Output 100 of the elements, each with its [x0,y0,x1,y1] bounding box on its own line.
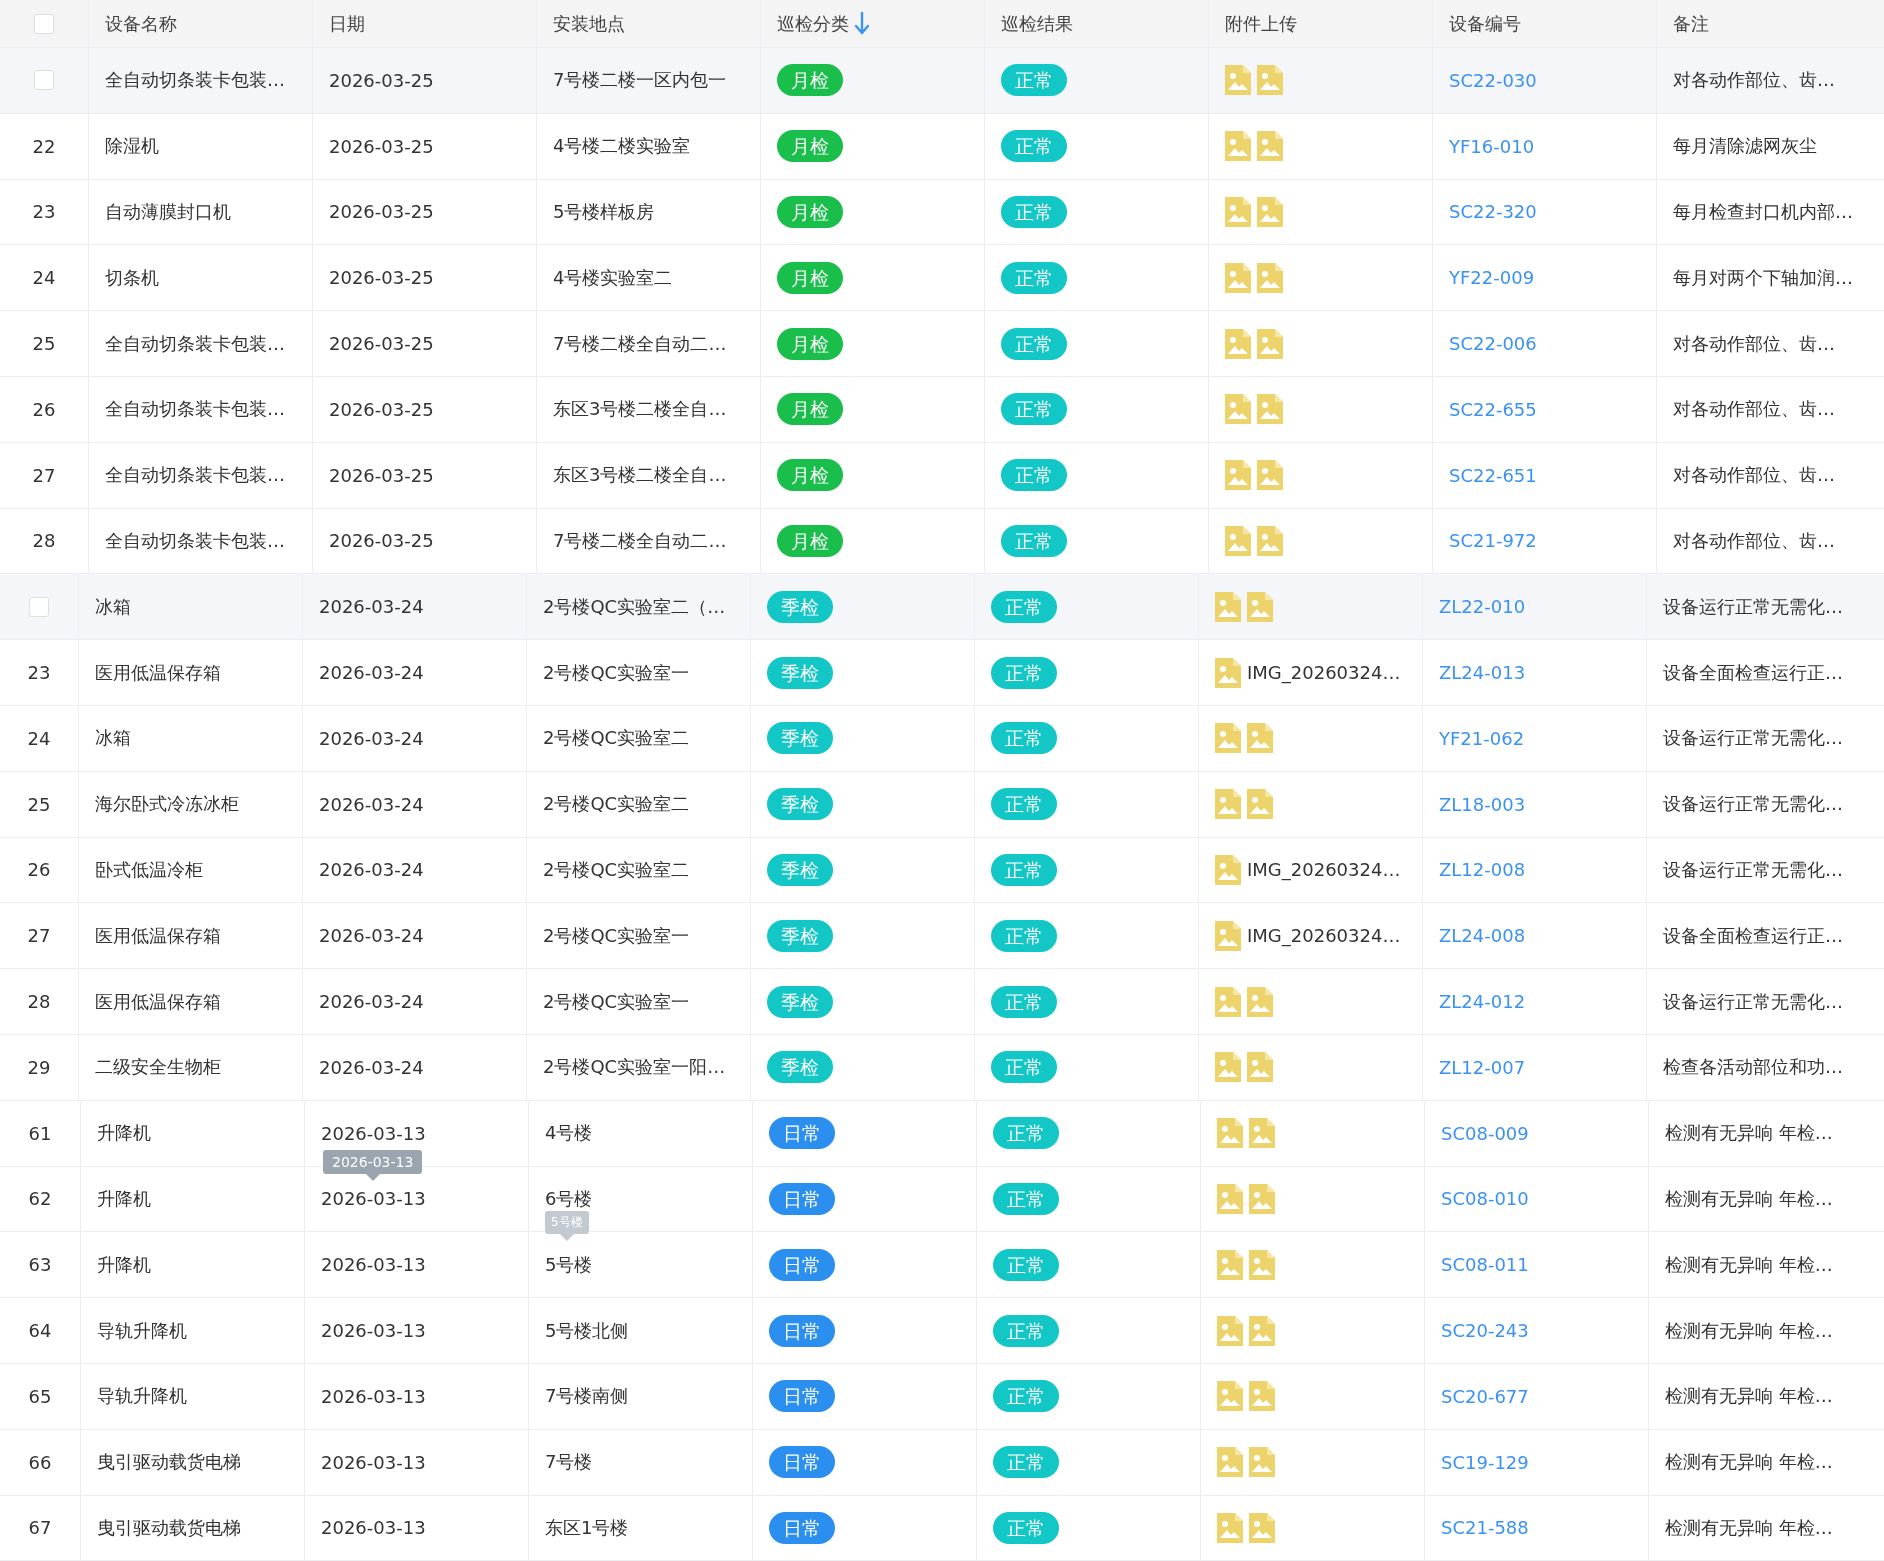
image-icon [1249,1249,1275,1280]
table-cell: 2号楼QC实验室二（… [543,594,726,619]
table-cell: 设备运行正常无需化… [1663,857,1843,882]
table-cell: 2号楼QC实验室一阳… [543,1055,726,1080]
code-link[interactable]: SC08-010 [1441,1188,1529,1210]
row-number: 63 [28,1254,52,1276]
image-icon [1225,197,1251,227]
category-tag: 月检 [777,524,843,557]
code-link[interactable]: ZL12-007 [1439,1056,1526,1078]
table-cell: 东区1号楼 [545,1515,629,1540]
checkbox[interactable] [29,596,49,617]
code-link[interactable]: SC22-651 [1449,464,1537,486]
code-link[interactable]: SC08-011 [1441,1254,1529,1276]
code-link[interactable]: ZL24-013 [1439,662,1526,684]
code-link[interactable]: YF22-009 [1449,267,1535,289]
status-tag: 正常 [993,1314,1059,1347]
code-link[interactable]: ZL24-008 [1439,925,1526,947]
status-tag: 正常 [1001,196,1067,228]
table-cell: 2026-03-24 [319,991,424,1013]
image-icon [1225,328,1251,359]
category-tag: 季检 [767,1051,833,1084]
code-link[interactable]: SC22-320 [1449,201,1537,223]
table-cell: 2号楼QC实验室一 [543,660,690,685]
table-cell: 全自动切条装卡包装… [105,331,285,356]
image-icon [1249,1183,1275,1214]
image-icon [1215,591,1241,622]
status-tag: 正常 [993,1248,1059,1281]
code-link[interactable]: SC22-030 [1449,69,1537,91]
table-cell: 2026-03-24 [319,662,424,684]
code-link[interactable]: ZL18-003 [1439,793,1526,815]
file-link[interactable]: IMG_20260324… [1247,859,1401,881]
image-icon [1225,525,1251,556]
code-link[interactable]: ZL24-012 [1439,991,1526,1013]
category-tag: 月检 [777,64,843,97]
code-link[interactable]: SC22-655 [1449,398,1537,420]
row-number: 25 [32,333,56,355]
table-cell: 升降机 [97,1186,151,1211]
table-cell: 设备全面检查运行正… [1663,923,1843,948]
image-icon [1217,1315,1243,1346]
status-tag: 正常 [993,1117,1059,1150]
image-icon [1215,986,1241,1017]
table-cell: 冰箱 [95,594,131,619]
table-cell: 2026-03-13 [321,1254,426,1276]
status-tag: 正常 [993,1446,1059,1479]
file-link[interactable]: IMG_20260324… [1247,925,1401,947]
code-link[interactable]: YF21-062 [1439,727,1525,749]
table-cell: 2026-03-13 [321,1122,426,1144]
table-cell: 东区3号楼二楼全自… [553,397,727,422]
file-link[interactable]: IMG_20260324… [1247,662,1401,684]
table-cell: 设备运行正常无需化… [1663,594,1843,619]
category-tag: 季检 [767,590,833,623]
table-cell: 曳引驱动载货电梯 [97,1515,241,1540]
image-icon [1249,1447,1275,1478]
code-link[interactable]: ZL12-008 [1439,859,1526,881]
image-icon [1249,1315,1275,1346]
checkbox[interactable] [34,70,54,91]
image-icon [1257,460,1283,491]
image-icon [1215,920,1241,951]
status-tag: 正常 [991,985,1057,1018]
table-cell: 2026-03-24 [319,859,424,881]
code-link[interactable]: SC08-009 [1441,1122,1529,1144]
category-tag: 日常 [769,1248,835,1281]
code-link[interactable]: YF16-010 [1449,135,1535,157]
code-link[interactable]: SC21-588 [1441,1517,1529,1539]
column-header: 备注 [1673,11,1709,36]
table-cell: 对各动作部位、齿… [1673,68,1835,93]
table-cell: 对各动作部位、齿… [1673,463,1835,488]
table-cell: 全自动切条装卡包装… [105,463,285,488]
status-tag: 正常 [1001,64,1067,97]
image-icon [1217,1381,1243,1412]
code-link[interactable]: SC20-677 [1441,1385,1529,1407]
table-cell: 设备运行正常无需化… [1663,792,1843,817]
code-link[interactable]: SC22-006 [1449,333,1537,355]
image-icon [1247,591,1273,622]
table-cell: 7号楼 [545,1450,593,1475]
column-header: 设备名称 [105,11,177,36]
checkbox[interactable] [34,13,54,34]
tooltip-pointer-icon [559,1234,574,1242]
row-number: 62 [28,1188,52,1210]
code-link[interactable]: ZL22-010 [1439,596,1526,618]
image-icon [1257,65,1283,96]
table-cell: 导轨升降机 [97,1318,187,1343]
table-cell: 对各动作部位、齿… [1673,397,1835,422]
table-cell: 2026-03-24 [319,1056,424,1078]
code-link[interactable]: SC21-972 [1449,530,1537,552]
table-cell: 2026-03-24 [319,727,424,749]
image-icon [1247,789,1273,820]
image-icon [1225,460,1251,491]
code-link[interactable]: SC19-129 [1441,1451,1529,1473]
image-icon [1257,197,1283,227]
table-cell: 设备运行正常无需化… [1663,989,1843,1014]
table-cell: 4号楼二楼实验室 [553,134,691,159]
category-tag: 日常 [769,1182,835,1215]
category-tag: 月检 [777,261,843,294]
code-link[interactable]: SC20-243 [1441,1320,1529,1342]
category-tag: 日常 [769,1117,835,1150]
table-cell: 全自动切条装卡包装… [105,528,285,553]
row-number: 28 [27,991,51,1013]
category-tag: 日常 [769,1446,835,1479]
image-icon [1249,1381,1275,1412]
